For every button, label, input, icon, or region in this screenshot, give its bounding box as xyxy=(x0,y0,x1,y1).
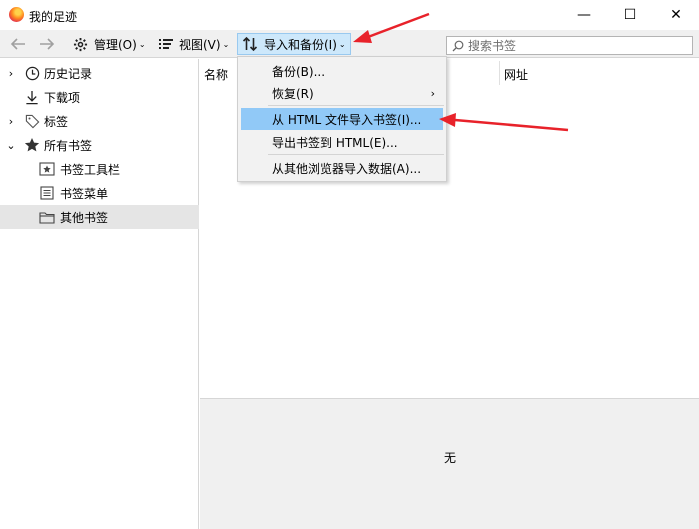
menu-item-label: 导出书签到 HTML(E)... xyxy=(272,135,398,150)
sidebar-item-label: 书签工具栏 xyxy=(60,162,121,177)
search-icon xyxy=(452,40,464,51)
chevron-down-icon: ⌄ xyxy=(138,39,146,49)
close-button[interactable]: ✕ xyxy=(653,0,699,30)
arrow-left-icon xyxy=(10,38,25,50)
arrow-right-icon xyxy=(40,38,55,50)
import-backup-dropdown-menu: 备份(B)... 恢复(R) › 从 HTML 文件导入书签(I)... 导出书… xyxy=(237,56,447,182)
column-header-url[interactable]: 网址 xyxy=(504,66,528,83)
import-backup-label: 导入和备份(I) xyxy=(264,37,337,52)
menu-item-label: 从 HTML 文件导入书签(I)... xyxy=(272,112,422,127)
star-icon xyxy=(24,137,40,153)
views-label: 视图(V) xyxy=(179,37,221,52)
forward-button[interactable] xyxy=(35,33,59,55)
menu-separator xyxy=(268,154,444,155)
search-input[interactable] xyxy=(468,38,688,53)
menu-item-label: 备份(B)... xyxy=(272,64,326,79)
expand-chevron-icon[interactable]: › xyxy=(6,115,16,128)
chevron-down-icon: ⌄ xyxy=(338,39,346,49)
window-title: 我的足迹 xyxy=(29,10,78,24)
column-header-name[interactable]: 名称 xyxy=(204,66,228,83)
import-export-arrows-icon xyxy=(242,36,258,52)
submenu-arrow-icon: › xyxy=(430,86,435,100)
title-bar: 我的足迹 — ☐ ✕ xyxy=(0,0,699,30)
collapse-chevron-icon[interactable]: ⌄ xyxy=(6,139,16,152)
sidebar-item-bookmarks-menu[interactable]: 书签菜单 xyxy=(0,181,199,205)
sidebar-item-label: 标签 xyxy=(44,114,69,129)
annotation-arrow-menu-item xyxy=(439,113,569,132)
search-box[interactable] xyxy=(446,36,693,55)
sidebar-item-all-bookmarks[interactable]: ⌄ 所有书签 xyxy=(0,133,199,157)
menu-item-import-html[interactable]: 从 HTML 文件导入书签(I)... xyxy=(241,108,443,130)
menu-item-restore[interactable]: 恢复(R) › xyxy=(241,82,443,104)
folder-icon xyxy=(39,209,55,225)
details-empty-text: 无 xyxy=(444,451,457,465)
sidebar-item-label: 其他书签 xyxy=(60,210,109,225)
tag-icon xyxy=(24,113,40,129)
sidebar-item-label: 下载项 xyxy=(44,90,81,105)
sidebar-item-history[interactable]: › 历史记录 xyxy=(0,61,199,85)
sidebar-item-label: 历史记录 xyxy=(44,66,93,81)
expand-chevron-icon[interactable]: › xyxy=(6,67,16,80)
sidebar-tree: › 历史记录 下载项 › 标签 ⌄ 所有书签 书签工具栏 书签菜单 其他书签 xyxy=(0,59,199,529)
toolbar-folder-icon xyxy=(39,161,55,177)
sidebar-item-other-bookmarks[interactable]: 其他书签 xyxy=(0,205,199,229)
back-button[interactable] xyxy=(6,33,30,55)
list-view-icon xyxy=(159,39,173,49)
organize-label: 管理(O) xyxy=(94,37,137,52)
sidebar-item-bookmarks-toolbar[interactable]: 书签工具栏 xyxy=(0,157,199,181)
sidebar-item-label: 所有书签 xyxy=(44,138,93,153)
sidebar-item-label: 书签菜单 xyxy=(60,186,109,201)
menu-item-label: 从其他浏览器导入数据(A)... xyxy=(272,161,422,176)
minimize-button[interactable]: — xyxy=(561,0,607,30)
firefox-logo-icon xyxy=(9,7,24,22)
menu-item-backup[interactable]: 备份(B)... xyxy=(241,60,443,82)
maximize-button[interactable]: ☐ xyxy=(607,0,653,30)
organize-menu-button[interactable]: 管理(O) ⌄ xyxy=(70,33,146,55)
menu-item-import-other-browser[interactable]: 从其他浏览器导入数据(A)... xyxy=(241,157,443,179)
chevron-down-icon: ⌄ xyxy=(222,39,230,49)
clock-icon xyxy=(24,65,40,81)
menu-separator xyxy=(268,105,444,106)
menu-folder-icon xyxy=(39,185,55,201)
sidebar-item-tags[interactable]: › 标签 xyxy=(0,109,199,133)
sidebar-item-downloads[interactable]: 下载项 xyxy=(0,85,199,109)
menu-item-export-html[interactable]: 导出书签到 HTML(E)... xyxy=(241,131,443,153)
menu-item-label: 恢复(R) xyxy=(272,86,314,101)
download-icon xyxy=(24,89,40,105)
import-backup-menu-button[interactable]: 导入和备份(I) ⌄ xyxy=(237,33,351,55)
gear-icon xyxy=(73,37,88,51)
views-menu-button[interactable]: 视图(V) ⌄ xyxy=(156,33,229,55)
column-divider[interactable] xyxy=(499,61,500,85)
